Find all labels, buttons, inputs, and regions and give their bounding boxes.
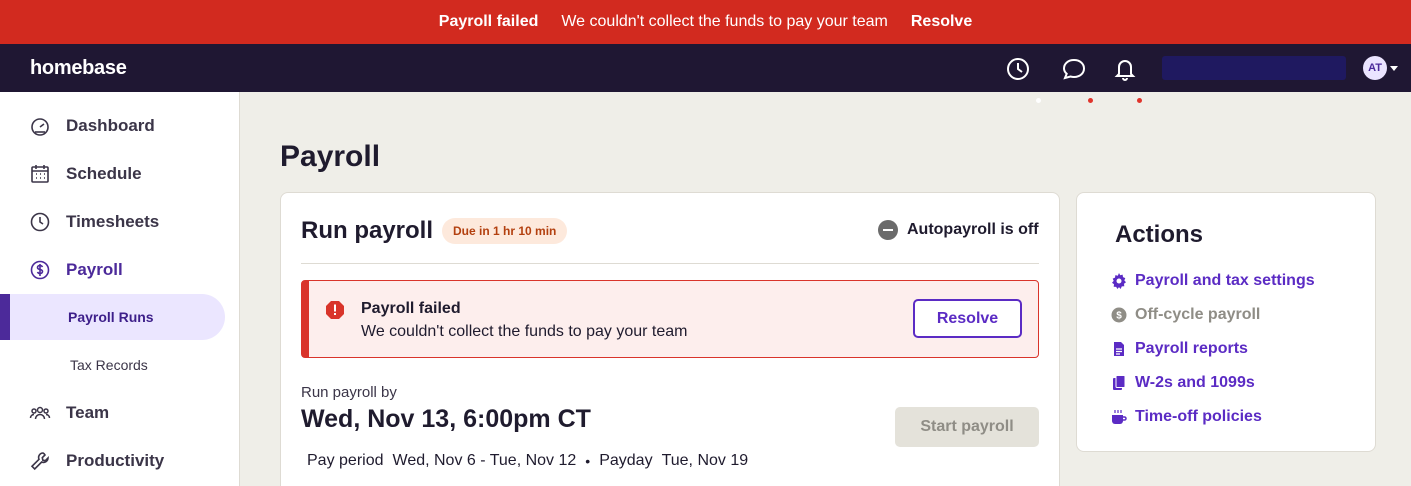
run-payroll-title: Run payroll: [301, 217, 434, 244]
action-label: Time-off policies: [1135, 408, 1262, 425]
clock-notification-dot: [1036, 98, 1041, 103]
avatar[interactable]: AT: [1363, 56, 1387, 80]
action-off-cycle-payroll[interactable]: $ Off-cycle payroll: [1111, 303, 1260, 327]
sidebar-item-label: Payroll: [66, 260, 123, 279]
page-title: Payroll: [280, 140, 381, 173]
due-badge: Due in 1 hr 10 min: [442, 218, 568, 244]
homebase-logo[interactable]: homebase: [30, 57, 127, 80]
clock-icon: [29, 211, 51, 233]
sidebar-item-label: Team: [66, 403, 110, 422]
top-header: homebase AT: [0, 44, 1411, 103]
pay-period-line: Pay period Wed, Nov 6 - Tue, Nov 12 • Pa…: [307, 452, 757, 470]
payday-label: Payday: [599, 452, 653, 469]
dollar-icon: [29, 259, 51, 281]
start-payroll-button[interactable]: Start payroll: [895, 407, 1039, 447]
chevron-down-icon[interactable]: [1390, 66, 1398, 71]
bell-icon[interactable]: [1112, 56, 1138, 82]
pay-period-value: Wed, Nov 6 - Tue, Nov 12: [392, 452, 577, 469]
banner-resolve-link[interactable]: Resolve: [911, 13, 972, 31]
alert-title: Payroll failed: [361, 300, 461, 317]
action-label: W-2s and 1099s: [1135, 374, 1255, 391]
banner-title: Payroll failed: [438, 13, 539, 30]
action-label: Off-cycle payroll: [1135, 306, 1261, 323]
team-icon: [29, 402, 51, 424]
sidebar-item-productivity[interactable]: Productivity: [0, 441, 239, 481]
sidebar-item-label: Productivity: [66, 451, 165, 470]
action-payroll-reports[interactable]: Payroll reports: [1111, 337, 1248, 361]
sidebar-subitem-tax-records[interactable]: Tax Records: [0, 342, 239, 388]
sidebar-item-schedule[interactable]: Schedule: [0, 154, 239, 194]
svg-text:$: $: [1116, 311, 1122, 322]
active-indicator: [0, 294, 10, 340]
sidebar-item-dashboard[interactable]: Dashboard: [0, 106, 239, 146]
sidebar-item-label: Dashboard: [66, 116, 155, 135]
document-icon: [1111, 341, 1127, 357]
bell-notification-dot: [1137, 98, 1142, 103]
divider: [301, 263, 1039, 264]
resolve-button[interactable]: Resolve: [913, 299, 1022, 338]
run-by-date: Wed, Nov 13, 6:00pm CT: [301, 405, 591, 433]
sidebar-subitem-label: Tax Records: [70, 357, 148, 373]
sidebar-item-label: Schedule: [66, 164, 142, 183]
payroll-failed-alert: Payroll failed We couldn't collect the f…: [301, 280, 1039, 358]
chat-notification-dot: [1088, 98, 1093, 103]
sidebar-item-team[interactable]: Team: [0, 393, 239, 433]
actions-card: Actions Payroll and tax settings $ Off-c…: [1076, 192, 1376, 452]
alert-message: We couldn't collect the funds to pay you…: [361, 323, 688, 340]
sidebar-subitem-label: Payroll Runs: [68, 309, 154, 325]
dashboard-icon: [29, 115, 51, 137]
autopayroll-status[interactable]: Autopayroll is off: [907, 221, 1039, 239]
actions-title: Actions: [1115, 221, 1204, 248]
payroll-failed-banner: Payroll failed We couldn't collect the f…: [0, 0, 1411, 44]
sidebar-item-timesheets[interactable]: Timesheets: [0, 202, 239, 242]
sidebar-item-payroll[interactable]: Payroll: [0, 250, 239, 290]
calendar-icon: [29, 163, 51, 185]
copy-document-icon: [1111, 375, 1127, 391]
banner-message: We couldn't collect the funds to pay you…: [561, 13, 888, 30]
action-w2s-1099s[interactable]: W-2s and 1099s: [1111, 371, 1255, 395]
dollar-coin-icon: $: [1111, 307, 1127, 323]
sidebar-subitem-payroll-runs[interactable]: Payroll Runs: [0, 294, 239, 340]
mug-icon: [1111, 409, 1127, 425]
minus-circle-icon: [878, 220, 898, 240]
action-label: Payroll and tax settings: [1135, 272, 1315, 289]
payday-value: Tue, Nov 19: [661, 452, 749, 469]
exclamation-icon: [325, 300, 345, 320]
location-selector[interactable]: [1162, 56, 1346, 80]
action-time-off-policies[interactable]: Time-off policies: [1111, 405, 1262, 429]
sidebar: Dashboard Schedule Timesheets Payroll Pa…: [0, 92, 240, 486]
separator: •: [585, 453, 591, 469]
pay-period-label: Pay period: [307, 452, 384, 469]
wrench-icon: [29, 450, 51, 472]
clock-icon[interactable]: [1005, 56, 1031, 82]
action-payroll-tax-settings[interactable]: Payroll and tax settings: [1111, 269, 1315, 293]
run-by-label: Run payroll by: [301, 384, 397, 401]
sidebar-item-label: Timesheets: [66, 212, 160, 231]
gear-icon: [1111, 273, 1127, 289]
action-label: Payroll reports: [1135, 340, 1248, 357]
run-payroll-card: Run payroll Due in 1 hr 10 min Autopayro…: [280, 192, 1060, 486]
chat-icon[interactable]: [1061, 56, 1087, 82]
